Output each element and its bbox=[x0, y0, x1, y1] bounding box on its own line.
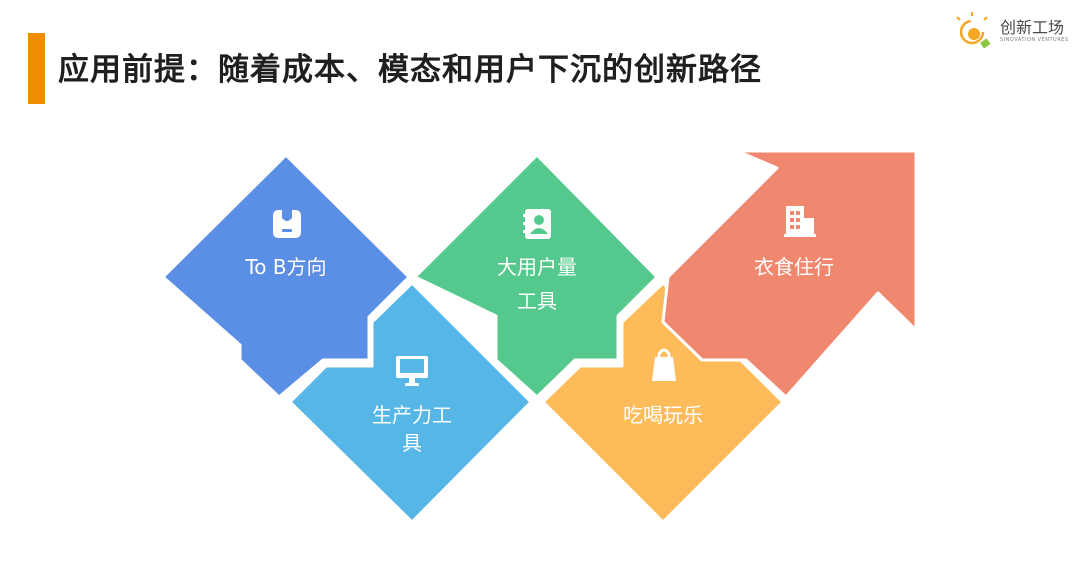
node-mass-user-tools-label: 大用户量 工具 bbox=[457, 250, 617, 318]
contact-book-icon bbox=[523, 209, 551, 239]
node-to-b-label-line1: To B方向 bbox=[245, 255, 327, 279]
node-mass-user-tools-label-line2: 工具 bbox=[517, 289, 557, 313]
node-productivity-tools-label-line2b: 具 bbox=[402, 431, 422, 455]
node-productivity-tools-label: 生产力工 工具 具 bbox=[332, 398, 492, 460]
id-badge-icon bbox=[273, 210, 301, 238]
node-daily-life-label: 衣食住行 bbox=[714, 250, 874, 284]
node-mass-user-tools-label-line1: 大用户量 bbox=[497, 255, 577, 279]
node-daily-life-label-line1: 衣食住行 bbox=[754, 255, 834, 279]
node-entertainment-label: 吃喝玩乐 bbox=[583, 398, 743, 432]
node-to-b-label: To B方向 bbox=[206, 250, 366, 284]
node-entertainment-label-line1: 吃喝玩乐 bbox=[623, 403, 703, 427]
